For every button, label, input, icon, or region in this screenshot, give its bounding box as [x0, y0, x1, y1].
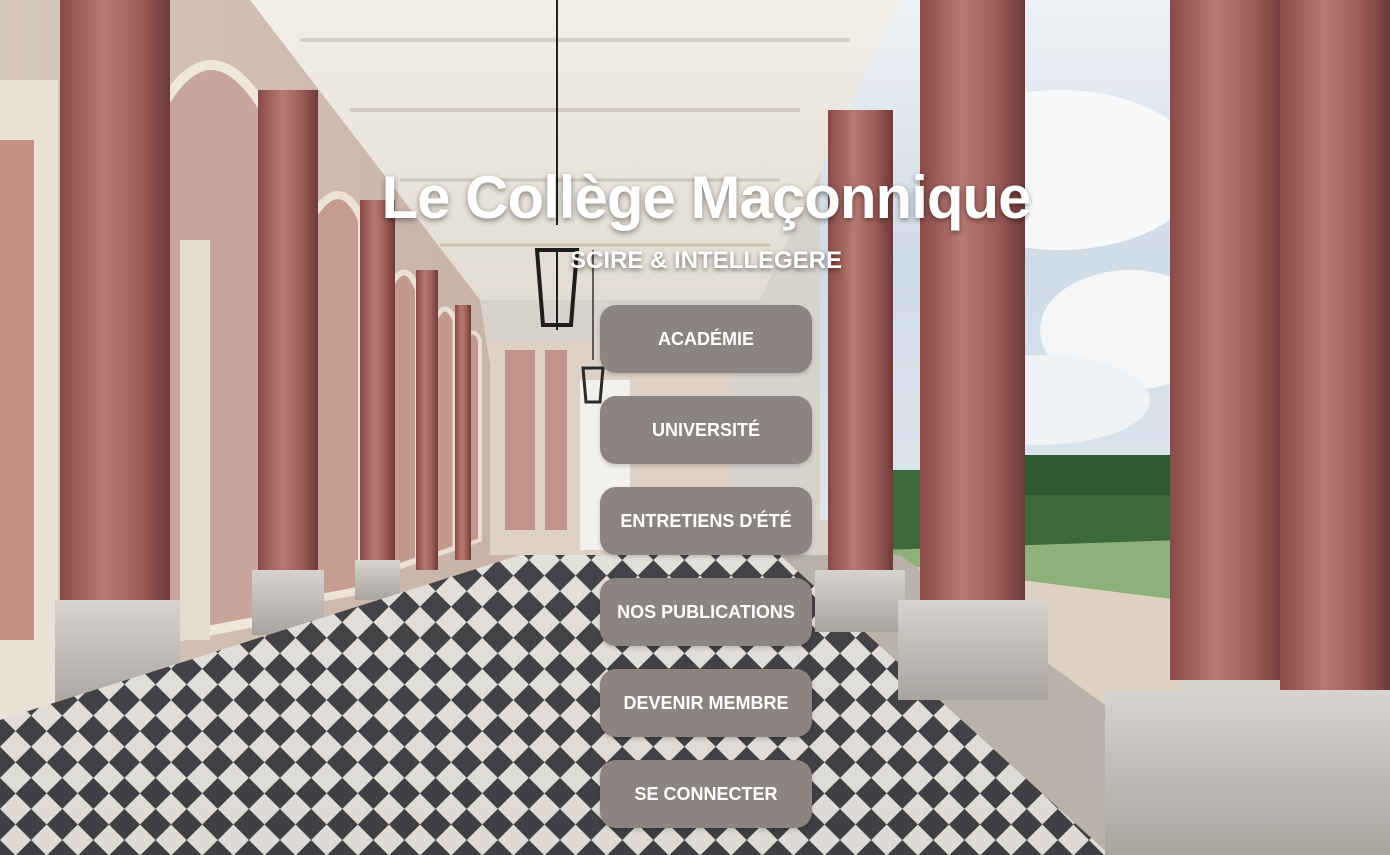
- site-title: Le Collège Maçonnique: [381, 164, 1031, 231]
- entretiens-ete-button[interactable]: ENTRETIENS D'ÉTÉ: [600, 487, 812, 555]
- nos-publications-button[interactable]: NOS PUBLICATIONS: [600, 578, 812, 646]
- site-subtitle: SCIRE & INTELLEGERE: [569, 247, 843, 274]
- main-menu: ACADÉMIE UNIVERSITÉ ENTRETIENS D'ÉTÉ NOS…: [600, 305, 812, 851]
- se-connecter-button[interactable]: SE CONNECTER: [600, 760, 812, 828]
- academie-button[interactable]: ACADÉMIE: [600, 305, 812, 373]
- devenir-membre-button[interactable]: DEVENIR MEMBRE: [600, 669, 812, 737]
- universite-button[interactable]: UNIVERSITÉ: [600, 396, 812, 464]
